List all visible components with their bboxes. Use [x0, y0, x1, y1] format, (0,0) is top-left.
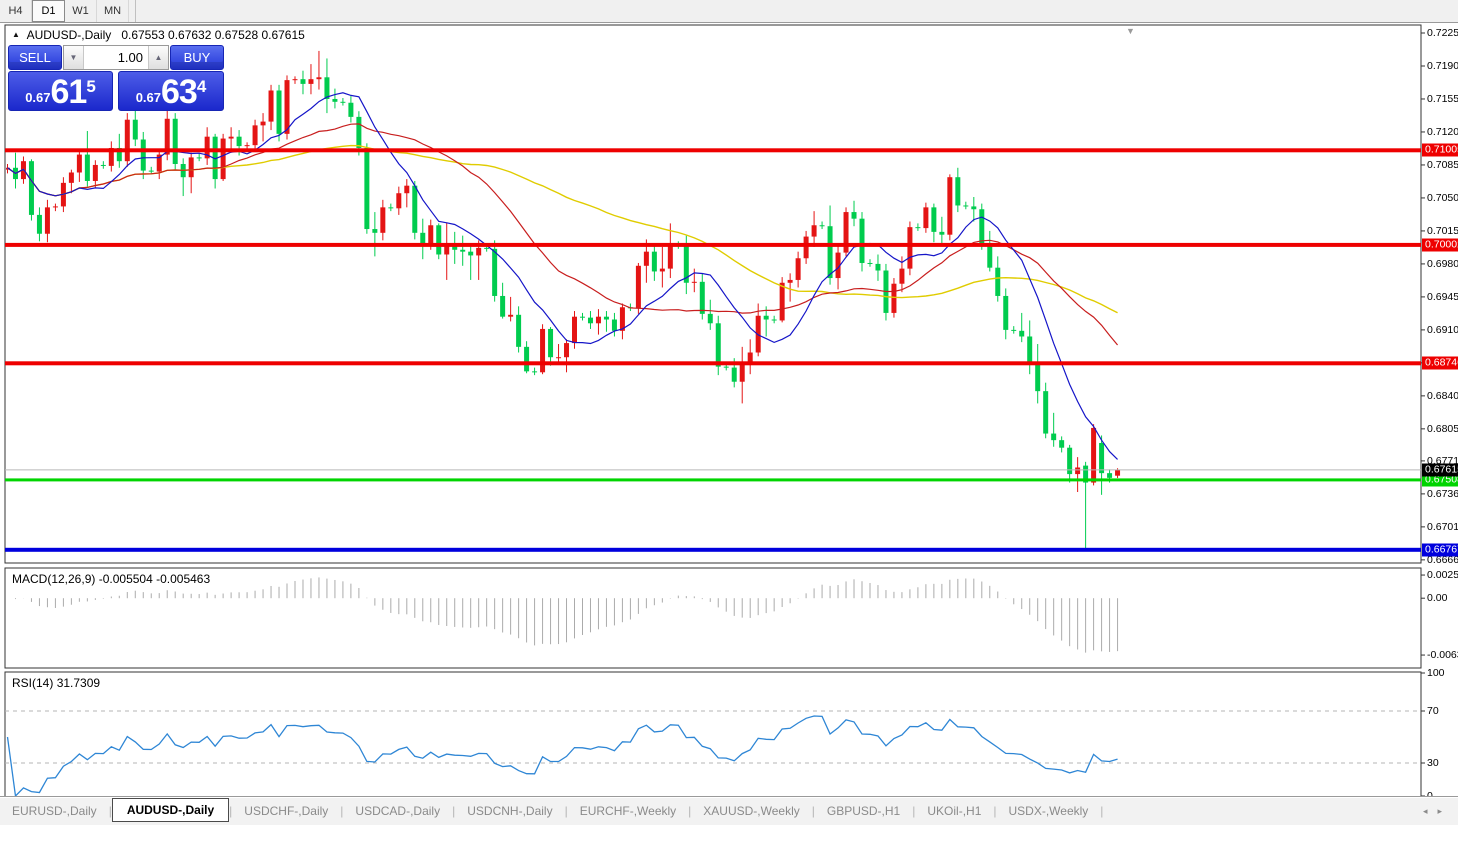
rsi-axis-label: 30: [1427, 757, 1439, 769]
price-axis-label: 0.69450: [1427, 290, 1458, 303]
chart-client-area: ▲ AUDUSD-,Daily 0.67553 0.67632 0.67528 …: [0, 24, 1458, 848]
sell-price-prefix: 0.67: [25, 90, 51, 105]
price-axis-label: 0.70150: [1427, 224, 1458, 237]
sell-price-pip: 5: [86, 77, 96, 96]
price-axis-label: 0.71900: [1427, 59, 1458, 72]
price-axis-label: 0.69100: [1427, 323, 1458, 336]
buy-button[interactable]: BUY: [170, 45, 224, 70]
sell-button[interactable]: SELL: [8, 45, 62, 70]
price-axis-label: 0.67010: [1427, 520, 1458, 533]
chart-symbol-period: AUDUSD-,Daily: [26, 28, 112, 42]
chart-tab-eurusd[interactable]: EURUSD-,Daily: [0, 800, 109, 822]
chart-tab-usdchf[interactable]: USDCHF-,Daily: [232, 800, 340, 822]
tab-scroll-arrows-icon[interactable]: ◂▸: [1423, 806, 1458, 817]
symbol-collapse-icon: ▲: [12, 30, 20, 39]
toolbar-separator: [135, 0, 136, 22]
chart-title: ▲ AUDUSD-,Daily 0.67553 0.67632 0.67528 …: [12, 28, 305, 42]
sell-price-display[interactable]: 0.67 61 5: [8, 71, 113, 111]
tab-separator: |: [1100, 804, 1104, 818]
price-axis-label: 0.68050: [1427, 422, 1458, 435]
chart-tab-xauusd[interactable]: XAUUSD-,Weekly: [691, 800, 811, 822]
level-price-tag: 0.68746: [1422, 356, 1458, 370]
macd-axis-label: -0.00632: [1427, 649, 1458, 662]
timeframe-button-h4[interactable]: H4: [0, 0, 32, 22]
rsi-indicator-label: RSI(14) 31.7309: [12, 676, 101, 690]
chart-tab-usdx[interactable]: USDX-,Weekly: [997, 800, 1101, 822]
chart-tab-eurchf[interactable]: EURCHF-,Weekly: [568, 800, 688, 822]
price-axis-label: 0.68400: [1427, 389, 1458, 402]
chart-shift-marker-icon[interactable]: ▼: [1126, 26, 1135, 36]
chart-tab-usdcnh[interactable]: USDCNH-,Daily: [455, 800, 564, 822]
rsi-axis-label: 100: [1427, 667, 1445, 679]
buy-price-display[interactable]: 0.67 63 4: [118, 71, 224, 111]
chart-tab-gbpusd[interactable]: GBPUSD-,H1: [815, 800, 912, 822]
level-price-tag: 0.66767: [1422, 543, 1458, 557]
chart-tab-bar: EURUSD-,Daily | AUDUSD-,Daily | USDCHF-,Dail…: [0, 796, 1458, 825]
level-price-tag: 0.70002: [1422, 238, 1458, 252]
sell-price-main: 61: [50, 73, 88, 111]
timeframe-toolbar: H4 D1 W1 MN: [0, 0, 1458, 23]
chart-tab-audusd[interactable]: AUDUSD-,Daily: [111, 798, 230, 822]
price-axis-label: 0.69800: [1427, 257, 1458, 270]
price-axis-label: 0.71550: [1427, 92, 1458, 105]
chart-tab-ukoil[interactable]: UKOil-,H1: [915, 800, 993, 822]
chart-canvas: [4, 24, 1425, 801]
volume-input[interactable]: 1.00: [83, 46, 149, 69]
price-axis-label: 0.67360: [1427, 487, 1458, 500]
buy-price-main: 63: [161, 73, 198, 111]
price-axis-label: 0.71200: [1427, 125, 1458, 138]
timeframe-button-w1[interactable]: W1: [65, 0, 97, 22]
level-price-tag: 0.71005: [1422, 143, 1458, 157]
buy-price-pip: 4: [196, 77, 207, 96]
macd-axis-label: 0.002574: [1427, 569, 1458, 582]
volume-decrease-icon[interactable]: ▼: [64, 46, 83, 69]
volume-increase-icon[interactable]: ▲: [149, 46, 168, 69]
volume-stepper: ▼ 1.00 ▲: [63, 45, 169, 70]
macd-axis-label: 0.00: [1427, 592, 1448, 605]
rsi-axis-label: 70: [1427, 705, 1439, 717]
macd-indicator-label: MACD(12,26,9) -0.005504 -0.005463: [12, 572, 211, 586]
price-axis-label: 0.72250: [1427, 27, 1458, 39]
buy-price-prefix: 0.67: [135, 90, 161, 105]
chart-tab-usdcad[interactable]: USDCAD-,Daily: [343, 800, 452, 822]
timeframe-button-d1[interactable]: D1: [32, 0, 65, 22]
trading-terminal-window: H4 D1 W1 MN ▲ AUDUSD-,Daily 0.67553 0.67632…: [0, 0, 1458, 848]
price-axis-label: 0.70850: [1427, 158, 1458, 171]
price-axis-label: 0.70500: [1427, 191, 1458, 204]
one-click-trading-panel: SELL ▼ 1.00 ▲ BUY 0.67 61 5 0.67 63 4: [8, 45, 224, 111]
timeframe-button-mn[interactable]: MN: [97, 0, 129, 22]
chart-ohlc-values: 0.67553 0.67632 0.67528 0.67615: [121, 28, 305, 42]
current-price-tag: 0.67615: [1422, 463, 1458, 477]
